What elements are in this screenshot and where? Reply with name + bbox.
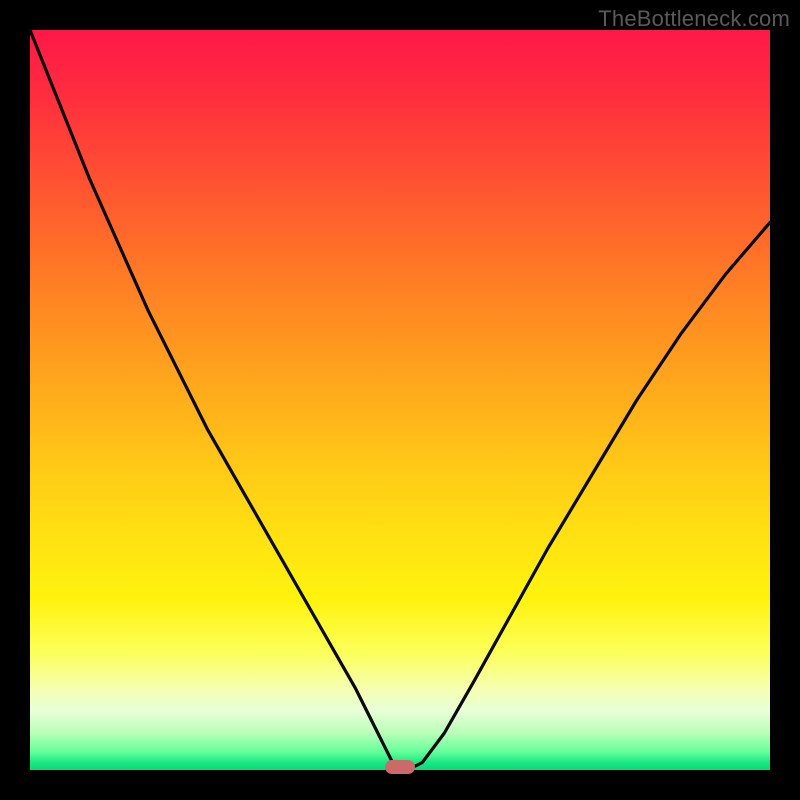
plot-area (30, 30, 770, 770)
chart-frame: TheBottleneck.com (0, 0, 800, 800)
curve-svg (30, 30, 770, 770)
trough-marker (385, 760, 415, 774)
watermark-text: TheBottleneck.com (598, 6, 790, 32)
bottleneck-curve-path (30, 30, 770, 770)
